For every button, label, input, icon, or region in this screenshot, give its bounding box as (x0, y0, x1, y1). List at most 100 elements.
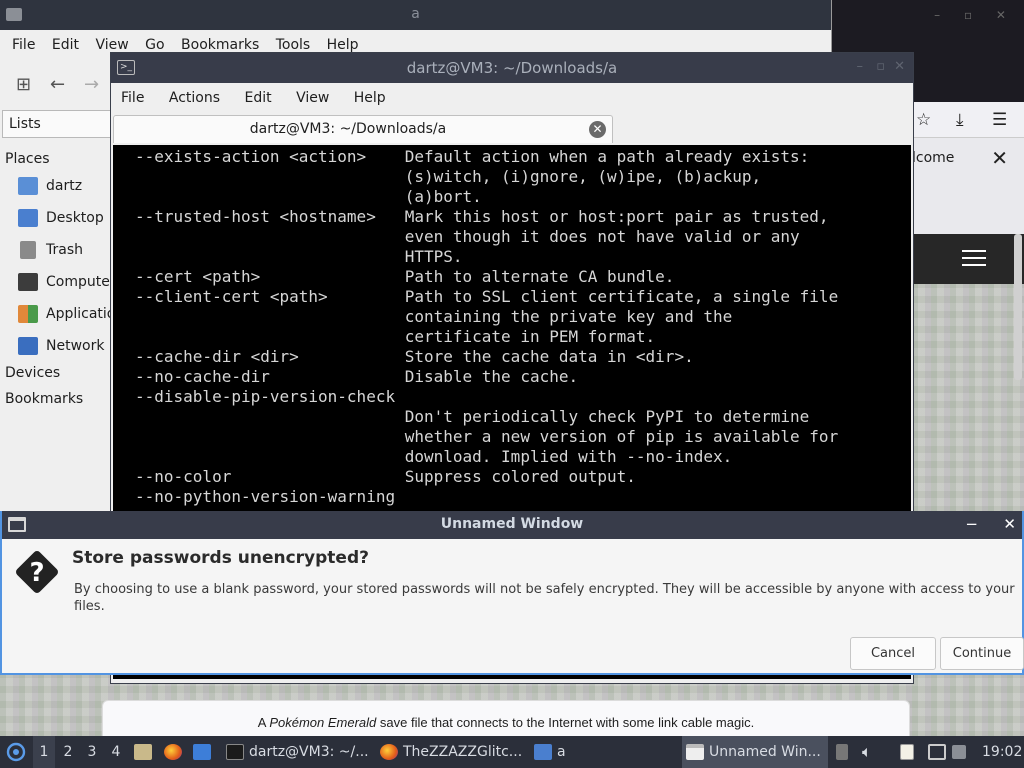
close-icon[interactable]: ✕ (1003, 515, 1016, 533)
terminal-line: --cert <path> Path to alternate CA bundl… (135, 267, 675, 286)
terminal-title: dartz@VM3: ~/Downloads/a (406, 59, 618, 77)
fm-menu-edit[interactable]: Edit (46, 34, 85, 56)
firefox-welcome-bar: lcome ✕ (912, 138, 1024, 234)
devices-section-label[interactable]: Devices (2, 362, 112, 384)
taskbar-item-files[interactable]: a (530, 736, 676, 768)
dialog-message: By choosing to use a blank password, you… (74, 582, 1015, 614)
sidebar-item-label: Applications (46, 306, 112, 322)
file-manager-icon (134, 744, 152, 760)
terminal-line: --exists-action <action> Default action … (135, 147, 810, 166)
show-desktop-icon (193, 744, 211, 760)
star-icon[interactable]: ☆ (916, 110, 931, 130)
terminal-titlebar[interactable]: >_ dartz@VM3: ~/Downloads/a – ▫ ✕ (111, 53, 913, 83)
terminal-line: Don't periodically check PyPI to determi… (135, 407, 810, 426)
terminal-line: --no-color Suppress colored output. (135, 467, 636, 486)
app-menu-icon (6, 742, 26, 762)
bookmarks-section-label[interactable]: Bookmarks (2, 388, 112, 410)
term-menu-edit[interactable]: Edit (238, 87, 277, 109)
firefox-icon (164, 744, 182, 760)
term-menu-actions[interactable]: Actions (163, 87, 226, 109)
file-manager-titlebar[interactable]: a (0, 0, 831, 30)
sidebar-item-computer[interactable]: Computer (2, 266, 112, 298)
applications-icon (18, 305, 38, 323)
launcher-desktop[interactable] (193, 736, 216, 768)
taskbar-item-unnamed-window[interactable]: Unnamed Win... (682, 736, 828, 768)
terminal-icon (226, 744, 244, 760)
close-icon[interactable]: ✕ (894, 59, 905, 74)
menu-icon[interactable]: ☰ (992, 110, 1007, 130)
taskbar: 1 2 3 4 dartz@VM3: ~/... TheZZAZZGlitc..… (0, 736, 1024, 768)
password-dialog: Unnamed Window − ✕ ? Store passwords une… (0, 511, 1024, 675)
back-arrow-icon[interactable]: ← (50, 74, 65, 95)
download-icon[interactable]: ⤓ (956, 110, 964, 130)
sidebar-item-trash[interactable]: Trash (2, 234, 112, 266)
term-menu-help[interactable]: Help (348, 87, 392, 109)
firefox-icon (380, 744, 398, 760)
monitor-icon (928, 744, 946, 760)
sidebar-item-network[interactable]: Network (2, 330, 112, 362)
tray-notes[interactable] (900, 736, 919, 768)
page-scrollbar[interactable] (1014, 234, 1022, 380)
window-icon (686, 744, 704, 760)
terminal-menubar: File Actions Edit View Help (115, 87, 392, 109)
cancel-button[interactable]: Cancel (850, 637, 936, 670)
places-section-label[interactable]: Places (2, 148, 112, 170)
site-header (912, 234, 1024, 284)
home-folder-icon (18, 177, 38, 195)
tray-network[interactable] (952, 736, 971, 768)
terminal-line: --client-cert <path> Path to SSL client … (135, 287, 839, 306)
tray-clipboard[interactable] (836, 736, 853, 768)
minimize-icon[interactable]: − (965, 515, 978, 533)
hamburger-menu-icon[interactable] (962, 250, 986, 266)
tray-display[interactable] (928, 736, 951, 768)
tray-volume[interactable]: 🔈︎ (862, 736, 872, 768)
tab-close-icon[interactable]: ✕ (589, 121, 606, 138)
launcher-files[interactable] (134, 736, 157, 768)
minimize-icon[interactable]: – (857, 59, 864, 74)
computer-icon (18, 273, 38, 291)
forward-arrow-icon[interactable]: → (84, 74, 99, 95)
page-caption: A Pokémon Emerald save file that connect… (257, 715, 755, 730)
start-menu-button[interactable] (4, 736, 28, 768)
close-icon[interactable]: ✕ (991, 146, 1008, 170)
terminal-line: (s)witch, (i)gnore, (w)ipe, (b)ackup, (135, 167, 762, 186)
file-manager-sidebar: Lists Places dartz Desktop Trash Compute… (2, 110, 112, 410)
trash-icon (20, 241, 36, 259)
lists-header[interactable]: Lists (2, 110, 112, 138)
sidebar-item-label: Network (46, 338, 105, 354)
new-tab-icon[interactable]: ⊞ (16, 74, 31, 95)
taskbar-item-terminal[interactable]: dartz@VM3: ~/... (222, 736, 368, 768)
sidebar-item-applications[interactable]: Applications (2, 298, 112, 330)
svg-text:?: ? (29, 558, 44, 588)
sidebar-item-label: dartz (46, 178, 83, 194)
clock[interactable]: 19:02 (982, 736, 1022, 768)
term-menu-file[interactable]: File (115, 87, 150, 109)
workspace-1[interactable]: 1 (33, 736, 55, 768)
fm-menu-file[interactable]: File (6, 34, 41, 56)
workspace-3[interactable]: 3 (81, 736, 103, 768)
terminal-tab-label: dartz@VM3: ~/Downloads/a (249, 121, 447, 137)
sidebar-item-label: Desktop (46, 210, 104, 226)
sidebar-item-dartz[interactable]: dartz (2, 170, 112, 202)
workspace-4[interactable]: 4 (105, 736, 127, 768)
terminal-tab[interactable]: dartz@VM3: ~/Downloads/a ✕ (113, 115, 613, 143)
terminal-line: --disable-pip-version-check (135, 387, 396, 406)
notes-icon (900, 744, 914, 760)
sidebar-item-label: Computer (46, 274, 112, 290)
continue-button[interactable]: Continue (940, 637, 1024, 670)
terminal-line: containing the private key and the (135, 307, 733, 326)
sidebar-item-label: Trash (46, 242, 83, 258)
workspace-2[interactable]: 2 (57, 736, 79, 768)
term-menu-view[interactable]: View (290, 87, 335, 109)
terminal-line: --cache-dir <dir> Store the cache data i… (135, 347, 694, 366)
taskbar-item-firefox[interactable]: TheZZAZZGlitc... (376, 736, 522, 768)
terminal-line: HTTPS. (135, 247, 463, 266)
taskbar-item-label: dartz@VM3: ~/... (249, 744, 368, 760)
firefox-window-buttons[interactable]: – ▫ ✕ (934, 8, 1016, 22)
terminal-line: --no-cache-dir Disable the cache. (135, 367, 579, 386)
sidebar-item-desktop[interactable]: Desktop (2, 202, 112, 234)
terminal-line: --no-python-version-warning (135, 487, 396, 506)
dialog-titlebar[interactable]: Unnamed Window − ✕ (2, 511, 1022, 539)
maximize-icon[interactable]: ▫ (876, 59, 885, 74)
launcher-firefox[interactable] (164, 736, 187, 768)
